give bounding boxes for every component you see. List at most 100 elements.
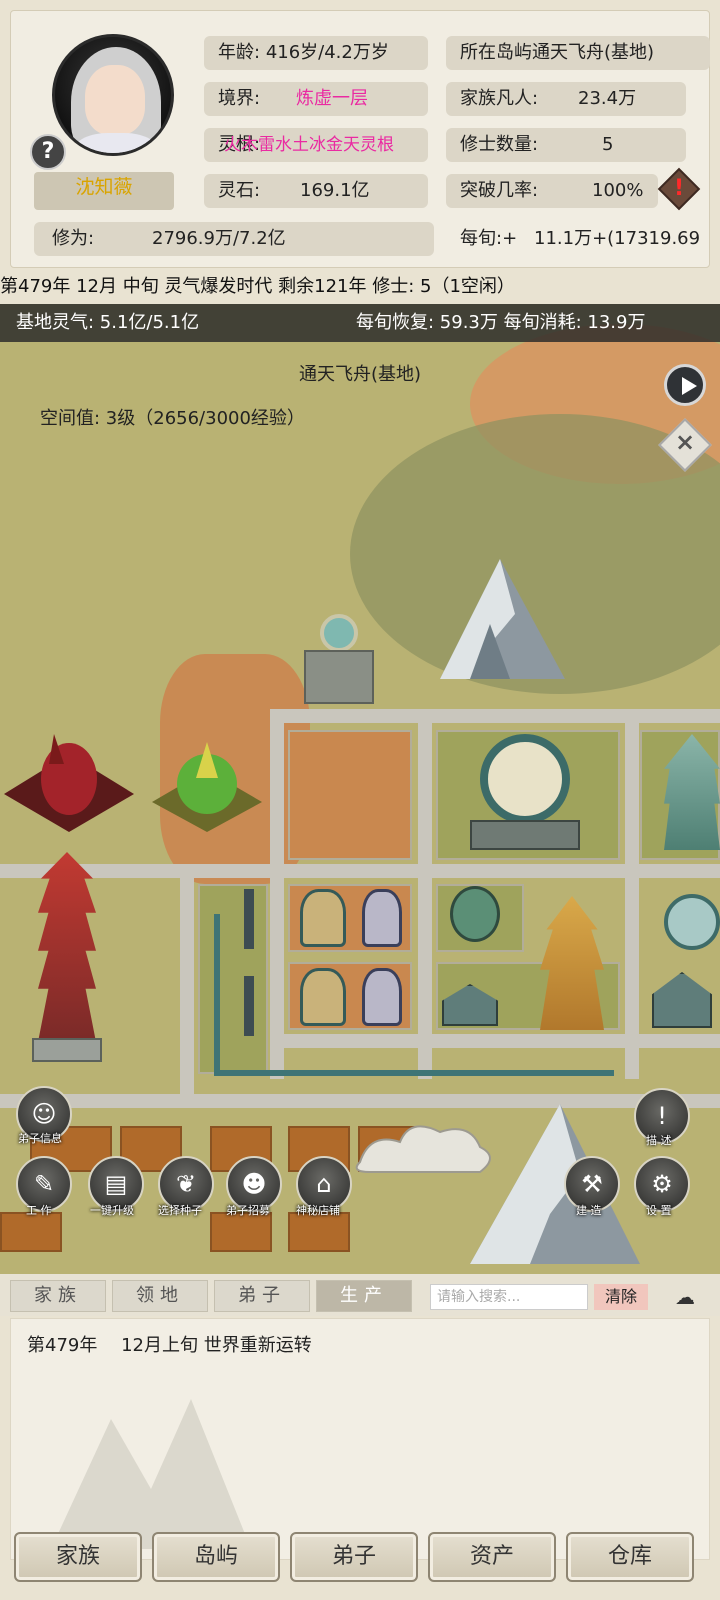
stat-cultivators-value: 5 (602, 134, 614, 155)
cloud-icon[interactable]: ☁ (660, 1286, 710, 1308)
portal-orb (320, 614, 358, 652)
building-plot[interactable] (288, 730, 412, 860)
disciple-info-label: 弟子信息 (18, 1132, 62, 1145)
stat-root-value: 火木雷水土冰金天灵根 (224, 135, 394, 155)
pagoda-body (38, 852, 96, 1042)
character-name: 沈知薇 (34, 172, 174, 210)
farm-field[interactable] (0, 1212, 62, 1252)
stat-age-label: 年龄: (218, 42, 261, 63)
lamp-post (244, 976, 254, 1036)
log-year: 第479年 (27, 1335, 98, 1356)
build-label: 建 造 (576, 1204, 602, 1217)
shrine-building[interactable] (362, 889, 402, 947)
stat-family-value: 23.4万 (578, 88, 637, 109)
stat-breakthrough-value: 100% (592, 180, 644, 201)
map-info-bar: 基地灵气: 5.1亿/5.1亿 每旬恢复: 59.3万 每旬消耗: 13.9万 (0, 304, 720, 342)
stat-family: 家族凡人: 23.4万 (446, 82, 686, 116)
portal-base (304, 650, 374, 704)
map-title: 通天飞舟(基地) (298, 364, 422, 385)
nav-disciples[interactable]: 弟子 (290, 1532, 418, 1582)
event-log: 第479年 12月上旬 世界重新运转 (10, 1318, 710, 1560)
work-label: 工 作 (26, 1204, 52, 1217)
cultivation-row: 修为: 2796.9万/7.2亿 每旬:+ 11.1万+(17319.69 (34, 220, 710, 258)
stat-family-label: 家族凡人: (460, 88, 539, 109)
tab-territory[interactable]: 领地 (112, 1280, 208, 1312)
time-status-line: 第479年 12月 中旬 灵气爆发时代 剩余121年 修士: 5（1空闲） (0, 276, 515, 297)
shrine-building[interactable] (300, 968, 346, 1026)
road (180, 864, 194, 1104)
cultivation-value: 2796.9万/7.2亿 (152, 228, 286, 249)
building-plot[interactable] (198, 884, 268, 1074)
jade-fountain[interactable] (664, 894, 720, 950)
stat-breakthrough-label: 突破几率: (460, 180, 539, 201)
base-map[interactable]: 基地灵气: 5.1亿/5.1亿 每旬恢复: 59.3万 每旬消耗: 13.9万 … (0, 304, 720, 1274)
describe-label: 描 述 (646, 1134, 672, 1147)
road (625, 709, 639, 1079)
fence (214, 914, 220, 1074)
avatar[interactable] (52, 34, 174, 156)
road (270, 709, 720, 723)
space-value: 空间值: 3级（2656/3000经验） (40, 408, 305, 429)
hourglass-building[interactable] (470, 734, 580, 852)
stat-breakthrough: 突破几率: 100% (446, 174, 658, 208)
recruit-label: 弟子招募 (226, 1204, 270, 1217)
per-period-label: 每旬:+ (460, 228, 518, 249)
stat-island-value: 通天飞舟(基地) (532, 42, 655, 63)
upgrade-label: 一键升级 (90, 1204, 134, 1217)
portal-building[interactable] (304, 614, 374, 704)
shrine-building[interactable] (300, 889, 346, 947)
farm-field[interactable] (210, 1212, 272, 1252)
mountain-watermark-icon (51, 1399, 251, 1549)
hall-building[interactable] (652, 972, 712, 1028)
avatar-face (85, 65, 145, 135)
tab-production[interactable]: 生产 (316, 1280, 412, 1312)
road (270, 709, 284, 1079)
farm-field[interactable] (288, 1212, 350, 1252)
stat-cultivators-label: 修士数量: (460, 134, 539, 155)
stat-island: 所在岛屿通天飞舟(基地) (446, 36, 710, 70)
stat-stones-label: 灵石: (218, 180, 261, 201)
log-tabs: 家族 领地 弟子 生产 清除 ☁ (0, 1274, 720, 1316)
crimson-altar[interactable] (4, 724, 134, 834)
pagoda-body (540, 896, 604, 1030)
road (0, 864, 720, 878)
select-seed-label: 选择种子 (158, 1204, 202, 1217)
orb-building[interactable] (450, 886, 500, 942)
bottom-nav: 家族 岛屿 弟子 资产 仓库 (0, 1532, 720, 1600)
pagoda-base (32, 1038, 102, 1062)
stat-cultivators: 修士数量: 5 (446, 128, 686, 162)
avatar-robe (75, 133, 157, 153)
hourglass-base (470, 820, 580, 850)
stat-age-value: 416岁/4.2万岁 (265, 42, 389, 63)
stat-realm-label: 境界: (218, 88, 261, 109)
mountain-icon (440, 559, 565, 679)
cloud-decoration (355, 1125, 491, 1173)
hourglass-dial (480, 734, 570, 824)
tab-family[interactable]: 家族 (10, 1280, 106, 1312)
shop-label: 神秘店铺 (296, 1204, 340, 1217)
golden-pagoda[interactable] (530, 896, 614, 1030)
recovery-info: 每旬恢复: 59.3万 每旬消耗: 13.9万 (356, 312, 646, 333)
nav-family[interactable]: 家族 (14, 1532, 142, 1582)
road (270, 1034, 720, 1048)
nav-island[interactable]: 岛屿 (152, 1532, 280, 1582)
nav-warehouse[interactable]: 仓库 (566, 1532, 694, 1582)
stat-age: 年龄: 416岁/4.2万岁 (204, 36, 428, 70)
nav-assets[interactable]: 资产 (428, 1532, 556, 1582)
spirit-plant-altar[interactable] (152, 742, 262, 834)
log-entry: 第479年 12月上旬 世界重新运转 (27, 1331, 312, 1357)
play-icon[interactable] (664, 364, 706, 406)
log-text: 12月上旬 世界重新运转 (121, 1335, 312, 1356)
base-qi: 基地灵气: 5.1亿/5.1亿 (16, 312, 200, 333)
stat-root: 灵根: 火木雷水土冰金天灵根 (204, 128, 428, 162)
clear-button[interactable]: 清除 (594, 1284, 648, 1310)
stat-realm-value: 炼虚一层 (296, 88, 368, 109)
stat-island-label: 所在岛屿 (460, 42, 532, 63)
green-pagoda[interactable] (32, 852, 102, 1062)
stat-stones: 灵石: 169.1亿 (204, 174, 428, 208)
cultivation-label: 修为: (52, 228, 95, 249)
tab-disciples[interactable]: 弟子 (214, 1280, 310, 1312)
shrine-building[interactable] (362, 968, 402, 1026)
search-input[interactable] (430, 1284, 588, 1310)
help-icon[interactable]: ? (30, 134, 66, 170)
